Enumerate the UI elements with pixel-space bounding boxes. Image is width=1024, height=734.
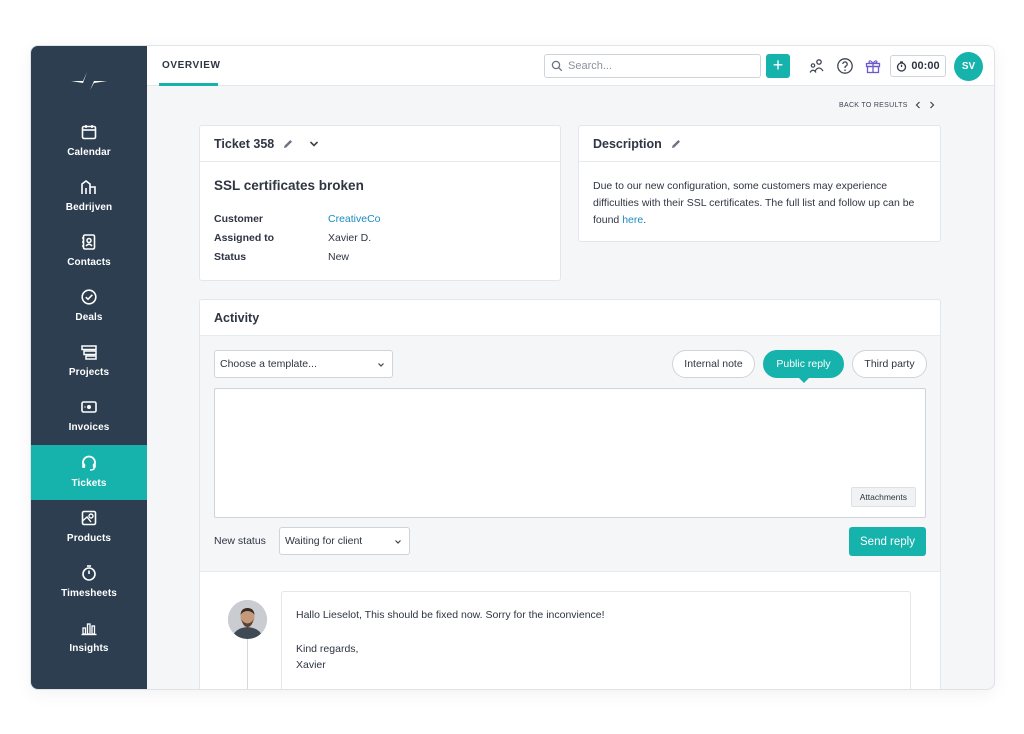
chevron-right-icon[interactable] bbox=[928, 101, 936, 109]
sidebar-item-calendar[interactable]: Calendar bbox=[31, 114, 147, 169]
field-label-customer: Customer bbox=[214, 213, 264, 225]
edit-pencil-icon[interactable] bbox=[670, 138, 682, 150]
search-icon bbox=[551, 60, 563, 72]
gift-icon[interactable] bbox=[863, 56, 883, 76]
description-text: Due to our new configuration, some custo… bbox=[593, 178, 928, 229]
ticket-title: Ticket 358 bbox=[214, 136, 275, 151]
attachments-button[interactable]: Attachments bbox=[850, 487, 916, 507]
sidebar-item-timesheets[interactable]: Timesheets bbox=[31, 555, 147, 610]
products-icon bbox=[81, 510, 97, 526]
stopwatch-icon bbox=[82, 565, 96, 581]
top-bar: OVERVIEW + 00:00 SV bbox=[147, 46, 994, 86]
field-label-status: Status bbox=[214, 251, 247, 263]
sidebar-item-label: Calendar bbox=[67, 147, 111, 158]
template-select-value: Choose a template... bbox=[220, 358, 317, 370]
ticket-card: Ticket 358 SSL certificates broken Custo… bbox=[199, 125, 561, 281]
projects-stack-icon bbox=[81, 345, 97, 360]
app-window: Calendar Bedrijven Contacts Deals Projec… bbox=[31, 46, 994, 689]
sidebar-item-projects[interactable]: Projects bbox=[31, 334, 147, 389]
sidebar-item-contacts[interactable]: Contacts bbox=[31, 224, 147, 279]
stopwatch-icon bbox=[897, 60, 907, 72]
customer-link[interactable]: CreativeCo bbox=[328, 213, 381, 225]
tab-overview[interactable]: OVERVIEW bbox=[162, 46, 221, 86]
send-reply-button[interactable]: Send reply bbox=[849, 527, 926, 556]
back-to-results: BACK TO RESULTS bbox=[839, 101, 936, 109]
sidebar-item-label: Insights bbox=[69, 643, 109, 654]
message-line: Hallo Lieselot, This should be fixed now… bbox=[296, 609, 605, 621]
sidebar-item-insights[interactable]: Insights bbox=[31, 610, 147, 665]
chevron-down-icon bbox=[378, 363, 384, 367]
active-tab-indicator bbox=[159, 83, 218, 86]
back-to-results-link[interactable]: BACK TO RESULTS bbox=[839, 102, 908, 109]
assigned-value: Xavier D. bbox=[328, 232, 372, 244]
internal-note-toggle[interactable]: Internal note bbox=[672, 350, 755, 378]
contacts-book-icon bbox=[82, 234, 96, 250]
description-card-header: Description bbox=[579, 126, 940, 162]
new-status-select-value: Waiting for client bbox=[285, 535, 363, 547]
sidebar-item-invoices[interactable]: Invoices bbox=[31, 389, 147, 444]
chevron-down-icon bbox=[395, 540, 401, 544]
message-line: Kind regards, bbox=[296, 643, 359, 655]
description-link[interactable]: here bbox=[622, 214, 643, 226]
sidebar: Calendar Bedrijven Contacts Deals Projec… bbox=[31, 46, 147, 689]
activity-card: Activity Choose a template... Internal n… bbox=[199, 299, 941, 689]
ticket-subject: SSL certificates broken bbox=[214, 178, 364, 193]
app-logo-icon[interactable] bbox=[71, 70, 107, 92]
team-icon[interactable] bbox=[807, 56, 827, 76]
sidebar-item-label: Tickets bbox=[71, 478, 107, 489]
edit-pencil-icon[interactable] bbox=[282, 138, 294, 150]
sidebar-item-products[interactable]: Products bbox=[31, 500, 147, 555]
headset-icon bbox=[82, 455, 96, 471]
message-line: Xavier bbox=[296, 659, 326, 671]
third-party-toggle[interactable]: Third party bbox=[852, 350, 927, 378]
invoice-icon bbox=[81, 401, 97, 413]
reply-message: Hallo Lieselot, This should be fixed now… bbox=[281, 591, 911, 689]
public-reply-toggle[interactable]: Public reply bbox=[763, 350, 844, 383]
sidebar-item-label: Projects bbox=[68, 367, 110, 378]
sidebar-item-label: Contacts bbox=[67, 257, 111, 268]
description-card: Description Due to our new configuration… bbox=[578, 125, 941, 242]
activity-header: Activity bbox=[200, 300, 940, 336]
help-icon[interactable] bbox=[835, 56, 855, 76]
timer-value: 00:00 bbox=[911, 60, 940, 72]
buildings-icon bbox=[81, 180, 96, 194]
search-input[interactable] bbox=[568, 60, 753, 72]
activity-title: Activity bbox=[214, 310, 260, 325]
ticket-card-header: Ticket 358 bbox=[200, 126, 560, 162]
status-value: New bbox=[328, 251, 350, 263]
user-avatar[interactable]: SV bbox=[954, 52, 983, 81]
reply-composer: Choose a template... Internal note Publi… bbox=[200, 336, 940, 572]
new-status-select[interactable]: Waiting for client bbox=[279, 527, 410, 555]
reply-textarea[interactable]: Attachments bbox=[214, 388, 926, 518]
sidebar-item-label: Invoices bbox=[68, 422, 110, 433]
sidebar-item-bedrijven[interactable]: Bedrijven bbox=[31, 169, 147, 224]
field-label-assigned: Assigned to bbox=[214, 232, 275, 244]
add-button[interactable]: + bbox=[766, 54, 790, 78]
sidebar-item-label: Products bbox=[66, 533, 112, 544]
calendar-icon bbox=[81, 125, 97, 140]
check-circle-icon bbox=[81, 289, 97, 305]
sidebar-item-label: Timesheets bbox=[61, 588, 117, 599]
description-end: . bbox=[643, 214, 647, 226]
sidebar-item-deals[interactable]: Deals bbox=[31, 279, 147, 334]
bar-chart-icon bbox=[81, 623, 97, 636]
new-status-label: New status bbox=[214, 535, 266, 547]
search-box[interactable] bbox=[544, 54, 761, 78]
avatar bbox=[228, 600, 267, 639]
sidebar-item-label: Deals bbox=[75, 312, 103, 323]
chevron-left-icon[interactable] bbox=[914, 101, 922, 109]
timeline-line bbox=[247, 639, 248, 689]
time-tracker-button[interactable]: 00:00 bbox=[890, 55, 946, 77]
chevron-down-icon[interactable] bbox=[308, 138, 320, 150]
description-title: Description bbox=[593, 136, 662, 151]
template-select[interactable]: Choose a template... bbox=[214, 350, 393, 378]
sidebar-item-tickets[interactable]: Tickets bbox=[31, 445, 147, 500]
sidebar-item-label: Bedrijven bbox=[65, 202, 113, 213]
